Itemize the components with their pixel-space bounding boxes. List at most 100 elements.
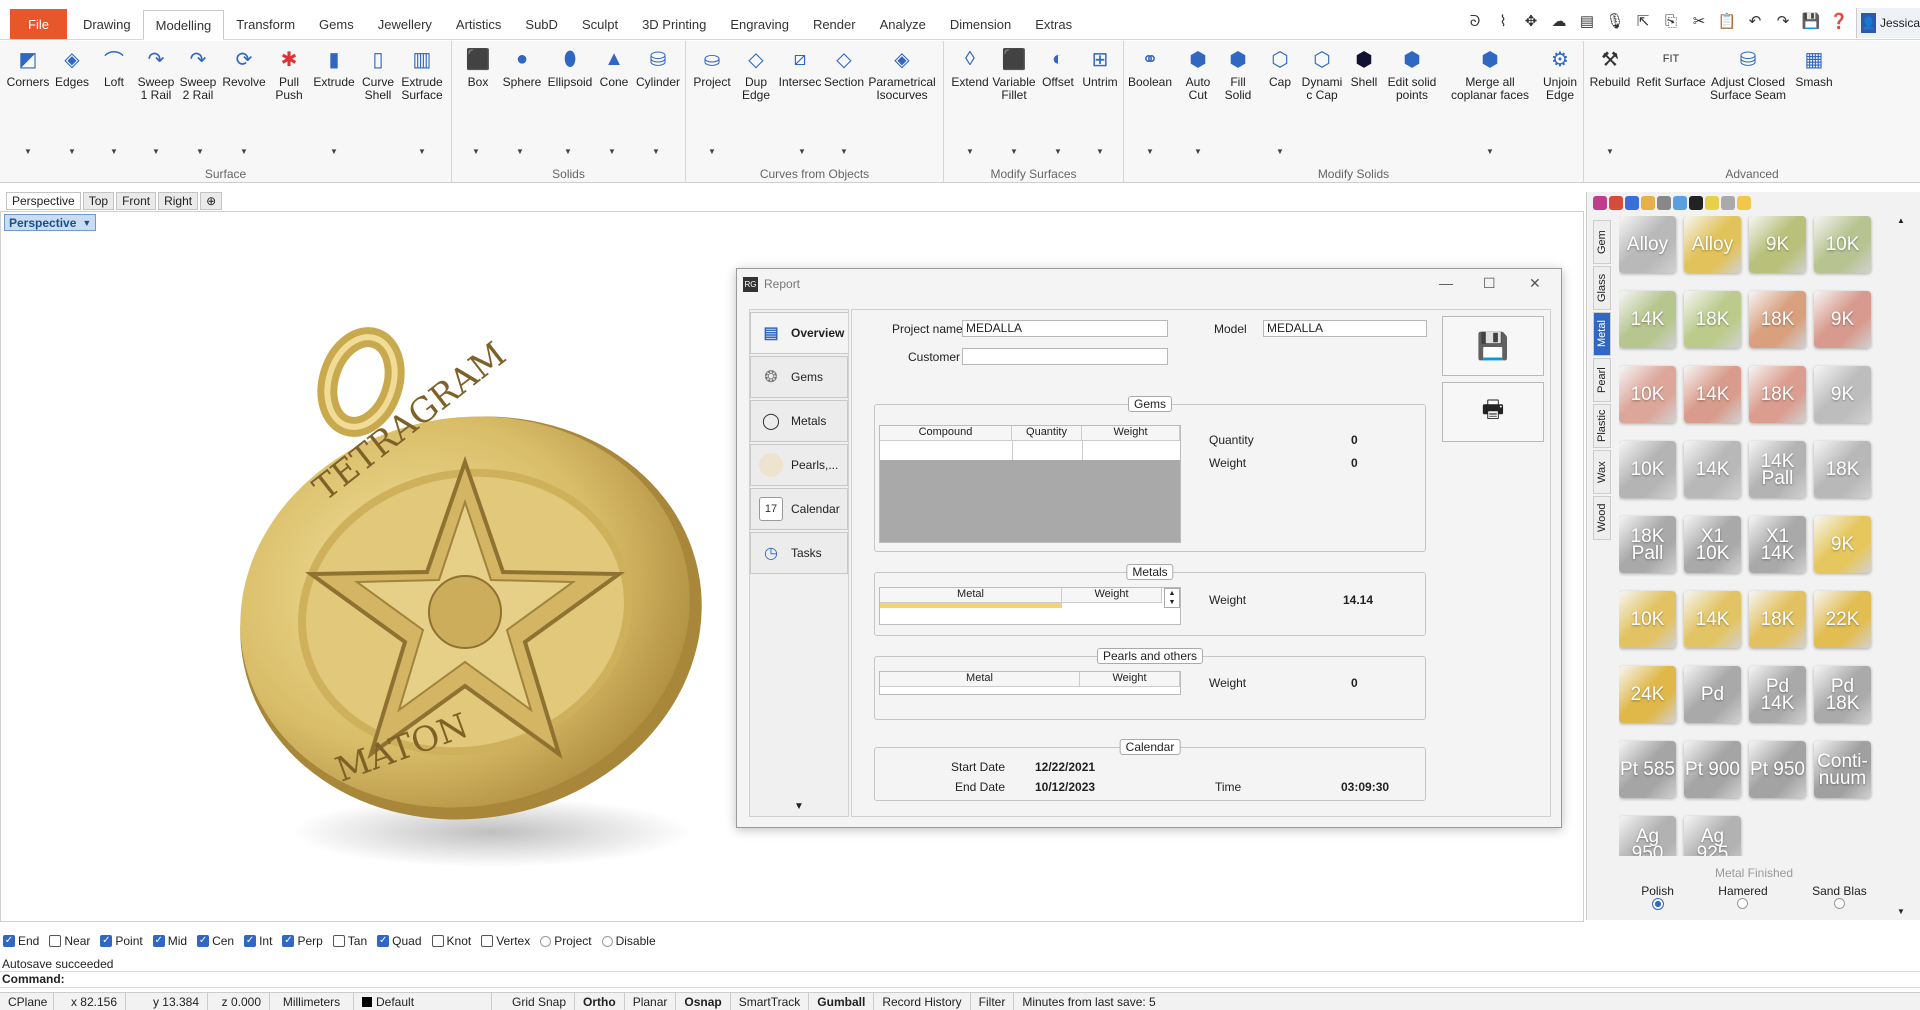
- chevron-down-icon[interactable]: ▼: [840, 147, 848, 156]
- chevron-down-icon[interactable]: ▼: [472, 147, 480, 156]
- tab-gem[interactable]: Gem: [1593, 220, 1611, 264]
- cloud-icon[interactable]: ☁: [1548, 10, 1570, 32]
- corners-button[interactable]: ◩ Corners: [6, 45, 50, 89]
- column-header[interactable]: Compound: [880, 426, 1012, 441]
- intersec-button[interactable]: ⧄ Intersec: [778, 45, 822, 89]
- metal-swatch[interactable]: 9K: [1749, 216, 1806, 273]
- chevron-down-icon[interactable]: ▼: [798, 147, 806, 156]
- metal-swatch[interactable]: 14K: [1684, 441, 1741, 498]
- edges-button[interactable]: ◈ Edges: [50, 45, 94, 89]
- metal-swatch[interactable]: 14K: [1684, 366, 1741, 423]
- grid-snap-toggle[interactable]: Grid Snap: [504, 993, 576, 1010]
- tab-dimension[interactable]: Dimension: [938, 9, 1023, 39]
- tab-modelling[interactable]: Modelling: [142, 10, 225, 40]
- osnap-project[interactable]: Project: [540, 934, 592, 948]
- nav-gems[interactable]: ❂ Gems: [750, 356, 848, 398]
- sweep-2-rail-button[interactable]: ↷ Sweep 2 Rail: [176, 45, 220, 102]
- osnap-end[interactable]: ✓ End: [3, 934, 39, 948]
- chevron-down-icon[interactable]: ▼: [1276, 147, 1284, 156]
- metal-swatch[interactable]: 9K: [1814, 366, 1871, 423]
- metal-swatch[interactable]: Conti- nuum: [1814, 741, 1871, 798]
- start-date-value[interactable]: 12/22/2021: [1035, 760, 1095, 774]
- chevron-down-icon[interactable]: ▼: [1606, 147, 1614, 156]
- metal-swatch[interactable]: Pt 585: [1619, 741, 1676, 798]
- checkbox[interactable]: [431, 935, 444, 947]
- radio[interactable]: [1833, 898, 1845, 909]
- scroll-down-icon[interactable]: ▼: [1897, 907, 1905, 916]
- radio[interactable]: [540, 935, 552, 947]
- osnap-mid[interactable]: ✓ Mid: [152, 934, 187, 948]
- spinner-icon[interactable]: ▲ ▼: [1164, 588, 1180, 608]
- metal-swatch[interactable]: 18K: [1684, 291, 1741, 348]
- metal-swatch[interactable]: X1 14K: [1749, 516, 1806, 573]
- save-report-button[interactable]: 💾: [1442, 316, 1544, 376]
- cplane-status[interactable]: CPlane: [0, 993, 54, 1010]
- tab-sculpt[interactable]: Sculpt: [570, 9, 630, 39]
- finish-polish[interactable]: Polish: [1641, 884, 1674, 910]
- untrim-button[interactable]: ⊞ Untrim: [1078, 45, 1122, 89]
- osnap-disable[interactable]: Disable: [601, 934, 656, 948]
- tab-render[interactable]: Render: [801, 9, 868, 39]
- osnap-perp[interactable]: ✓ Perp: [282, 934, 323, 948]
- tab-artistics[interactable]: Artistics: [444, 9, 514, 39]
- metal-swatch[interactable]: 9K: [1814, 291, 1871, 348]
- tab-top[interactable]: Top: [82, 192, 115, 210]
- chevron-down-icon[interactable]: ▼: [1054, 147, 1062, 156]
- merge-coplanar-button[interactable]: ⬢ Merge all coplanar faces: [1442, 45, 1538, 102]
- tab-pearl[interactable]: Pearl: [1593, 358, 1611, 402]
- metal-swatch[interactable]: 9K: [1814, 516, 1871, 573]
- tab-analyze[interactable]: Analyze: [868, 9, 938, 39]
- curve-tool-icon[interactable]: ⌇: [1492, 10, 1514, 32]
- ellipsoid-button[interactable]: ⬮ Ellipsoid: [548, 45, 593, 89]
- extrude-surface-button[interactable]: ▥ Extrude Surface: [400, 45, 444, 102]
- boolean-button[interactable]: ⚭ Boolean: [1128, 45, 1172, 89]
- nav-pearls[interactable]: Pearls,...: [750, 444, 848, 486]
- extrude-button[interactable]: ▮ Extrude: [312, 45, 356, 89]
- section-button[interactable]: ◇ Section: [822, 45, 866, 89]
- metal-swatch[interactable]: 18K Pall: [1619, 516, 1676, 573]
- scroll-up-icon[interactable]: ▲: [1897, 216, 1905, 225]
- tab-gems[interactable]: Gems: [307, 9, 366, 39]
- nav-calendar[interactable]: 17 Calendar: [750, 488, 848, 530]
- smash-button[interactable]: ▦ Smash: [1792, 45, 1836, 89]
- record-history-toggle[interactable]: Record History: [874, 993, 971, 1010]
- tab-metal[interactable]: Metal: [1593, 312, 1611, 356]
- metal-swatch[interactable]: 10K: [1619, 441, 1676, 498]
- chevron-down-icon[interactable]: ▼: [1194, 147, 1202, 156]
- loft-button[interactable]: ⌒ Loft: [92, 45, 136, 89]
- auto-cut-button[interactable]: ⬢ Auto Cut: [1176, 45, 1220, 102]
- material-category-icon[interactable]: [1593, 196, 1607, 210]
- pearls-table[interactable]: Metal Weight: [879, 671, 1181, 695]
- rhino-logo-icon[interactable]: ᘐ: [1464, 10, 1486, 32]
- undo-icon[interactable]: ↶: [1744, 10, 1766, 32]
- project-name-field[interactable]: MEDALLA: [962, 320, 1168, 337]
- chevron-down-icon[interactable]: ▼: [1010, 147, 1018, 156]
- chevron-down-icon[interactable]: ▼: [652, 147, 660, 156]
- gems-table[interactable]: Compound Quantity Weight: [879, 425, 1181, 543]
- ortho-toggle[interactable]: Ortho: [575, 993, 625, 1010]
- pull-push-button[interactable]: ✱ Pull Push: [267, 45, 311, 102]
- checkbox-checked[interactable]: ✓: [197, 935, 210, 947]
- metal-swatch[interactable]: 18K: [1749, 291, 1806, 348]
- metal-swatch[interactable]: 18K: [1749, 366, 1806, 423]
- chevron-down-icon[interactable]: ▼: [196, 147, 204, 156]
- chevron-down-icon[interactable]: ▼: [608, 147, 616, 156]
- column-header[interactable]: Weight: [1080, 672, 1180, 687]
- bell-icon[interactable]: [1737, 196, 1751, 210]
- folder-icon[interactable]: [1657, 196, 1671, 210]
- metal-swatch[interactable]: 18K: [1814, 441, 1871, 498]
- chevron-down-icon[interactable]: ▼: [1486, 147, 1494, 156]
- tab-right[interactable]: Right: [158, 192, 199, 210]
- swatch-scrollbar[interactable]: ▲ ▼: [1897, 216, 1907, 916]
- box-button[interactable]: ⬛ Box: [456, 45, 500, 89]
- chevron-down-icon[interactable]: ▼: [966, 147, 974, 156]
- checkbox[interactable]: [481, 935, 494, 947]
- checkbox-checked[interactable]: ✓: [244, 935, 257, 947]
- help-icon[interactable]: ❓: [1828, 10, 1850, 32]
- command-line[interactable]: Command:: [0, 971, 1920, 988]
- filter-toggle[interactable]: Filter: [971, 993, 1015, 1010]
- microphone-icon[interactable]: 🎙: [1604, 10, 1626, 32]
- refit-surface-button[interactable]: FIT Refit Surface: [1636, 45, 1706, 89]
- chevron-down-icon[interactable]: ▼: [1096, 147, 1104, 156]
- tab-transform[interactable]: Transform: [224, 9, 307, 39]
